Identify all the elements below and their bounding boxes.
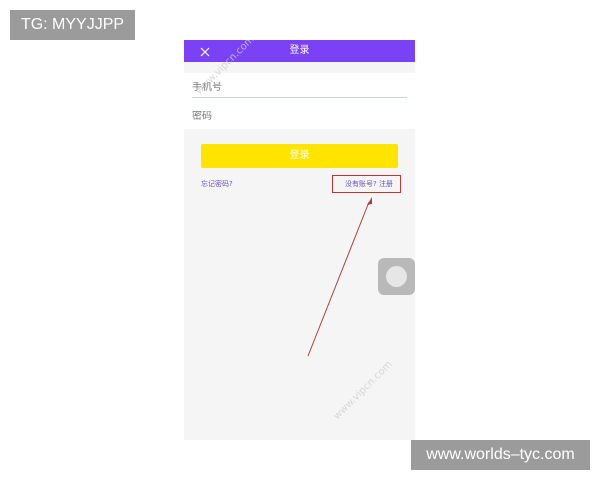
watermark-text: www.vipcn.com — [331, 358, 395, 423]
login-screen: 登录 登录 忘记密码? 没有账号? 注册 www.vipcn.com www.v… — [184, 40, 415, 440]
password-field-row — [192, 106, 407, 126]
app-header: 登录 — [184, 40, 415, 62]
annotation-highlight-box — [332, 175, 401, 193]
forgot-password-link[interactable]: 忘记密码? — [201, 179, 233, 189]
phone-input[interactable] — [192, 81, 407, 93]
password-input[interactable] — [192, 110, 407, 122]
login-button[interactable]: 登录 — [201, 144, 398, 168]
phone-field-row — [192, 77, 407, 98]
assistive-touch-icon — [386, 266, 407, 287]
page-title: 登录 — [289, 45, 310, 56]
assistive-touch-button[interactable] — [378, 258, 415, 295]
watermark-top-tag: TG: MYYJJPP — [10, 10, 135, 40]
login-form — [184, 73, 415, 129]
watermark-bottom-tag: www.worlds–tyc.com — [411, 440, 590, 470]
